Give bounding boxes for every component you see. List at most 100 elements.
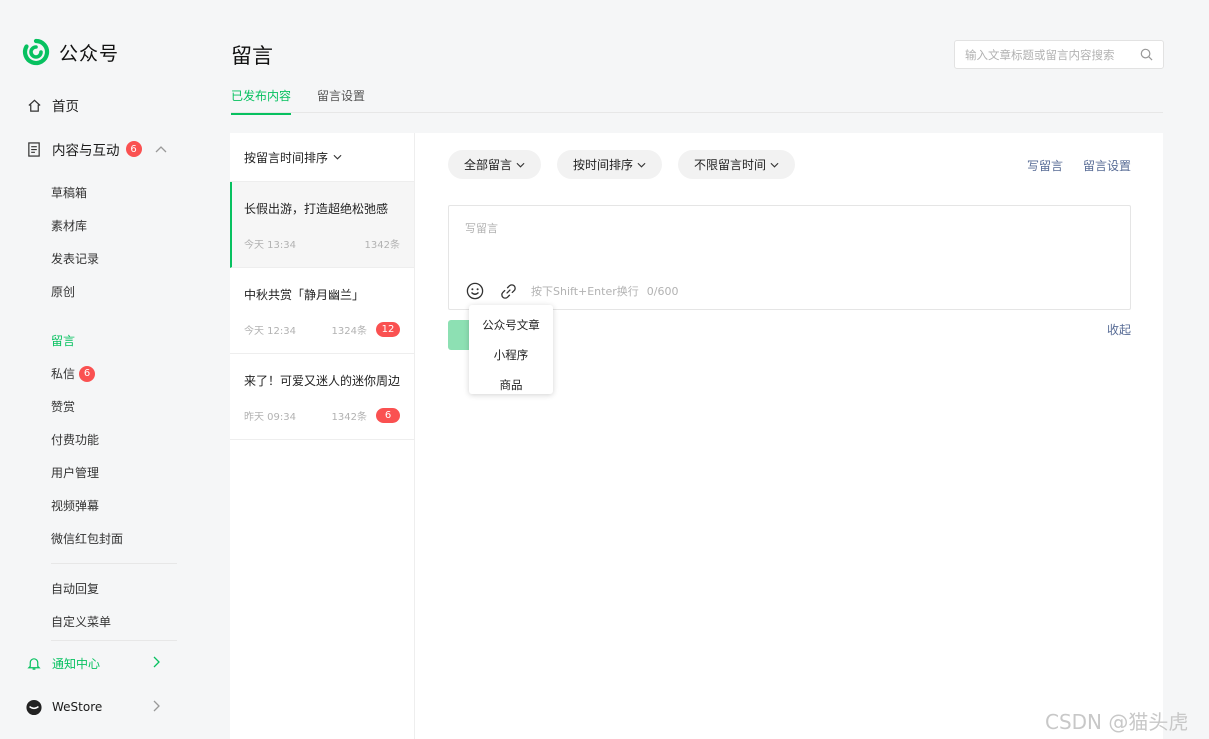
search-input[interactable] bbox=[965, 47, 1140, 62]
chevron-down-icon bbox=[770, 162, 779, 168]
bell-icon bbox=[26, 656, 42, 672]
sidebar-item-rewards[interactable]: 赞赏 bbox=[51, 398, 75, 415]
sidebar-item-video-danmaku[interactable]: 视频弹幕 bbox=[51, 497, 99, 514]
article-title: 长假出游，打造超绝松弛感 bbox=[244, 202, 389, 216]
list-item[interactable]: 来了！可爱又迷人的迷你周边 昨天 09:34 1342条 6 bbox=[230, 354, 414, 440]
filter-all-label: 全部留言 bbox=[464, 158, 513, 172]
tab-divider bbox=[231, 112, 1163, 113]
comment-settings-link[interactable]: 留言设置 bbox=[1083, 157, 1131, 174]
header-actions: 写留言 留言设置 bbox=[1007, 157, 1131, 174]
char-counter: 0/600 bbox=[646, 284, 679, 298]
article-comment-count: 1324条 bbox=[331, 326, 367, 337]
article-meta: 今天 13:34 1342条 bbox=[244, 236, 400, 251]
article-time: 昨天 09:34 bbox=[244, 412, 296, 423]
new-comment-badge: 6 bbox=[376, 408, 400, 423]
article-list: 按留言时间排序 长假出游，打造超绝松弛感 今天 13:34 1342条 中秋共赏… bbox=[230, 133, 415, 739]
search-icon[interactable] bbox=[1140, 48, 1153, 61]
filter-all-comments[interactable]: 全部留言 bbox=[448, 150, 542, 179]
nav-westore[interactable]: WeStore bbox=[26, 699, 102, 715]
new-comment-badge: 12 bbox=[376, 322, 400, 337]
article-time: 今天 13:34 bbox=[244, 240, 296, 251]
sidebar-item-materials[interactable]: 素材库 bbox=[51, 217, 87, 234]
menu-item-product[interactable]: 商品 bbox=[469, 370, 553, 400]
document-icon bbox=[26, 141, 42, 157]
sidebar-item-drafts[interactable]: 草稿箱 bbox=[51, 184, 87, 201]
sidebar-item-label: 自动回复 bbox=[51, 582, 100, 596]
chevron-down-icon bbox=[516, 162, 525, 168]
sidebar-item-label: 微信红包封面 bbox=[51, 532, 124, 546]
sidebar-item-original[interactable]: 原创 bbox=[51, 283, 75, 300]
filter-sort-by-time[interactable]: 按时间排序 bbox=[557, 150, 663, 179]
nav-content[interactable]: 内容与互动 6 bbox=[26, 139, 167, 159]
collapse-link[interactable]: 收起 bbox=[1107, 321, 1131, 338]
sidebar-item-label: 素材库 bbox=[51, 219, 88, 233]
brand-name: 公众号 bbox=[59, 42, 120, 65]
article-meta: 今天 12:34 1324条 12 bbox=[244, 322, 400, 337]
sidebar-item-label: 原创 bbox=[51, 285, 76, 299]
sidebar-item-auto-reply[interactable]: 自动回复 bbox=[51, 580, 99, 597]
sidebar-item-publish-records[interactable]: 发表记录 bbox=[51, 250, 99, 267]
nav-westore-label: WeStore bbox=[52, 700, 103, 714]
sidebar-item-paid-features[interactable]: 付费功能 bbox=[51, 431, 99, 448]
filter-sort-label: 按时间排序 bbox=[573, 158, 634, 172]
tab-published[interactable]: 已发布内容 bbox=[231, 87, 292, 115]
main-panel: 按留言时间排序 长假出游，打造超绝松弛感 今天 13:34 1342条 中秋共赏… bbox=[230, 133, 1163, 739]
editor-toolbar: 按下Shift+Enter换行 0/600 bbox=[465, 281, 678, 301]
sidebar-item-label: 付费功能 bbox=[51, 433, 100, 447]
filter-bar: 全部留言 按时间排序 不限留言时间 bbox=[448, 150, 811, 179]
tab-bar: 已发布内容 留言设置 bbox=[231, 87, 391, 115]
sidebar-item-user-management[interactable]: 用户管理 bbox=[51, 464, 99, 481]
write-comment-link[interactable]: 写留言 bbox=[1027, 157, 1063, 174]
article-meta: 昨天 09:34 1342条 6 bbox=[244, 408, 400, 423]
sidebar-item-label: 用户管理 bbox=[51, 466, 100, 480]
search-box[interactable] bbox=[954, 40, 1164, 69]
link-type-menu: 公众号文章 小程序 商品 bbox=[469, 305, 553, 394]
chevron-down-icon bbox=[637, 162, 646, 168]
comment-textarea-placeholder[interactable]: 写留言 bbox=[465, 220, 498, 236]
tab-comment-settings[interactable]: 留言设置 bbox=[317, 87, 365, 115]
wechat-mp-logo-icon bbox=[22, 38, 50, 66]
chevron-up-icon[interactable] bbox=[155, 145, 167, 153]
sidebar-divider bbox=[51, 640, 177, 641]
nav-notification-label: 通知中心 bbox=[52, 657, 101, 671]
list-sort-label: 按留言时间排序 bbox=[244, 150, 329, 165]
link-icon[interactable] bbox=[498, 281, 518, 301]
brand-logo[interactable]: 公众号 bbox=[22, 38, 119, 66]
comment-editor[interactable]: 写留言 按下Shift+Enter换行 0/600 bbox=[448, 205, 1131, 310]
page-title: 留言 bbox=[231, 44, 273, 68]
menu-item-mini-program[interactable]: 小程序 bbox=[469, 340, 553, 370]
article-comment-count: 1342条 bbox=[331, 412, 367, 423]
sidebar-item-label: 视频弹幕 bbox=[51, 499, 100, 513]
emoji-icon[interactable] bbox=[465, 281, 485, 301]
editor-hint: 按下Shift+Enter换行 bbox=[531, 285, 639, 298]
article-comment-count: 1342条 bbox=[364, 240, 400, 251]
menu-item-article[interactable]: 公众号文章 bbox=[469, 310, 553, 340]
sidebar-item-label: 发表记录 bbox=[51, 252, 100, 266]
sidebar-item-comments[interactable]: 留言 bbox=[51, 332, 75, 349]
sidebar-item-custom-menu[interactable]: 自定义菜单 bbox=[51, 613, 111, 630]
nav-home-label: 首页 bbox=[52, 99, 79, 115]
chevron-right-icon[interactable] bbox=[152, 656, 160, 671]
nav-notification-center[interactable]: 通知中心 bbox=[26, 655, 100, 672]
westore-icon bbox=[26, 699, 42, 715]
filter-time-label: 不限留言时间 bbox=[694, 158, 767, 172]
chevron-right-icon[interactable] bbox=[152, 700, 160, 715]
sidebar-item-messages[interactable]: 私信 6 bbox=[51, 365, 96, 382]
article-title: 来了！可爱又迷人的迷你周边 bbox=[244, 374, 401, 388]
sidebar-divider bbox=[51, 563, 177, 564]
sidebar-item-label: 赞赏 bbox=[51, 400, 76, 414]
sidebar-item-label: 草稿箱 bbox=[51, 186, 88, 200]
list-item[interactable]: 长假出游，打造超绝松弛感 今天 13:34 1342条 bbox=[230, 182, 414, 268]
home-icon bbox=[26, 97, 42, 113]
nav-home[interactable]: 首页 bbox=[26, 95, 79, 115]
messages-badge: 6 bbox=[79, 365, 96, 382]
sidebar-item-label: 自定义菜单 bbox=[51, 615, 112, 629]
article-time: 今天 12:34 bbox=[244, 326, 296, 337]
sidebar-item-label: 私信 bbox=[51, 367, 76, 381]
sidebar-item-label: 留言 bbox=[51, 334, 76, 348]
list-item[interactable]: 中秋共赏「静月幽兰」 今天 12:34 1324条 12 bbox=[230, 268, 414, 354]
sidebar-item-red-packet-cover[interactable]: 微信红包封面 bbox=[51, 530, 123, 547]
list-sort-dropdown[interactable]: 按留言时间排序 bbox=[230, 133, 414, 182]
sidebar: 公众号 首页 内容与互动 6 草稿箱 素材库 发表记录 原创 留言 私信 6 赞… bbox=[0, 0, 200, 739]
filter-time-range[interactable]: 不限留言时间 bbox=[678, 150, 796, 179]
